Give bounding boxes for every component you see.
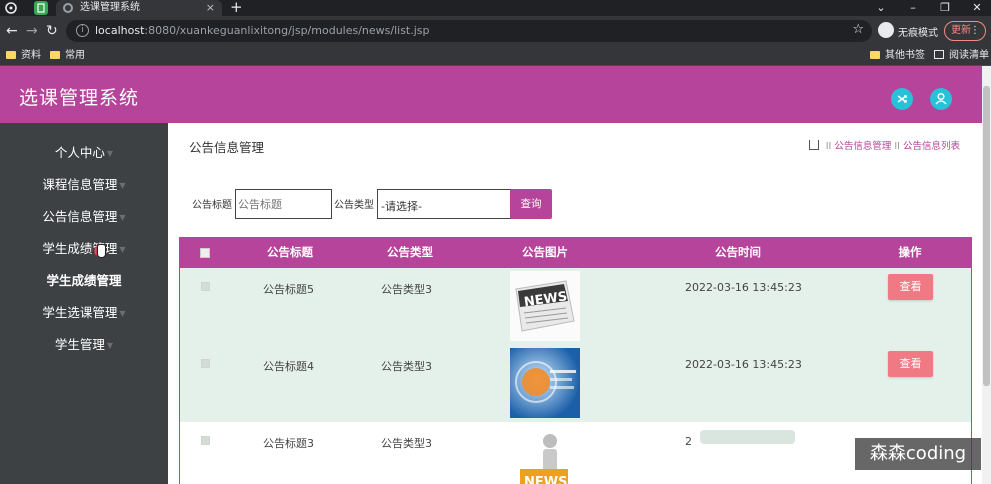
browser-toolbar: ← → ↻ i localhost:8080/xuankeguanlixiton…: [0, 16, 991, 46]
address-bar[interactable]: i localhost:8080/xuankeguanlixitong/jsp/…: [66, 20, 872, 42]
row-checkbox[interactable]: [201, 359, 210, 368]
incognito-label: 无痕模式: [898, 28, 938, 39]
notice-type: 公告类型3: [381, 283, 432, 296]
title-filter-label: 公告标题: [192, 200, 232, 211]
minimize-icon[interactable]: –: [900, 0, 926, 16]
table-header: 公告标题 公告类型 公告图片 公告时间 操作: [180, 237, 971, 268]
page-scrollbar[interactable]: [982, 66, 991, 484]
app-header: 选课管理系统: [0, 66, 982, 123]
notice-time: 2022-03-16 13:45:23: [685, 358, 802, 371]
sidebar-item-grade-management[interactable]: 学生成绩管理 ▼: [0, 237, 168, 261]
main-content: 公告信息管理 II公告信息管理II公告信息列表 公告标题 公告类型 -请选择-▼…: [168, 123, 982, 484]
column-header-title: 公告标题: [267, 245, 313, 259]
breadcrumb-item[interactable]: 公告信息管理: [834, 141, 891, 152]
view-button[interactable]: 查看: [888, 274, 933, 300]
table-row: 公告标题5 公告类型3 NEWS 2022-03-16 13:45:23 查看: [180, 268, 971, 345]
bookmark-folder-1[interactable]: 资料: [6, 49, 41, 63]
bookmarks-bar: 资料 常用 其他书签 阅读清单: [0, 46, 991, 66]
tab-close-icon[interactable]: ×: [206, 0, 215, 16]
user-icon[interactable]: [930, 88, 952, 110]
app-shortcut-icon[interactable]: [34, 1, 48, 15]
back-arrow-icon[interactable]: ←: [6, 22, 18, 40]
mouse-cursor-icon: [94, 243, 110, 263]
breadcrumb: II 公告信息管理 II 公告信息列表: [808, 138, 960, 152]
type-select[interactable]: -请选择-▼: [377, 189, 524, 219]
row-checkbox[interactable]: [201, 436, 210, 445]
news-figure-image: NEWS: [510, 425, 580, 484]
folder-icon: [50, 51, 60, 59]
update-button[interactable]: 更新 ⋮: [944, 21, 986, 41]
column-header-time: 公告时间: [715, 245, 761, 259]
chevron-down-icon: ▼: [119, 245, 126, 254]
column-header-image: 公告图片: [522, 245, 568, 259]
query-button[interactable]: 查询: [510, 189, 552, 219]
forward-arrow-icon[interactable]: →: [26, 22, 38, 40]
sidebar-item-course-info[interactable]: 课程信息管理 ▼: [0, 173, 168, 197]
sidebar-item-student-management[interactable]: 学生管理 ▼: [0, 333, 168, 357]
notice-time: 2: [685, 435, 692, 448]
notice-title: 公告标题5: [263, 283, 314, 296]
chevron-down-icon: ▼: [119, 213, 126, 222]
reading-list[interactable]: 阅读清单: [934, 49, 989, 63]
tab-favicon-icon: [63, 3, 73, 13]
browser-tab-strip: 选课管理系统 × + ⌄ – ❐ ✕: [0, 0, 991, 16]
restore-icon[interactable]: ❐: [932, 0, 958, 16]
other-bookmarks[interactable]: 其他书签: [870, 49, 925, 63]
column-header-actions: 操作: [898, 245, 922, 259]
table-row: 公告标题4 公告类型3 2022-03-16 13:45:23 查看: [180, 345, 971, 422]
sidebar: 个人中心 ▼ 课程信息管理 ▼ 公告信息管理 ▼ 学生成绩管理 ▼ 学生成绩管理 学生选…: [0, 123, 168, 484]
svg-text:NEWS: NEWS: [524, 475, 567, 484]
shuffle-icon[interactable]: [891, 88, 913, 110]
chevron-down-icon: ▼: [106, 149, 114, 158]
select-all-checkbox[interactable]: [200, 248, 210, 258]
sidebar-item-course-selection[interactable]: 学生选课管理 ▼: [0, 301, 168, 325]
tab-search-icon[interactable]: ⌄: [868, 0, 894, 16]
bookmark-star-icon[interactable]: ☆: [852, 22, 864, 37]
notice-type: 公告类型3: [381, 360, 432, 373]
folder-icon: [870, 51, 880, 59]
notice-table: 公告标题 公告类型 公告图片 公告时间 操作 公告标题5 公告类型3 NEWS: [179, 237, 972, 484]
breadcrumb-item[interactable]: 公告信息列表: [903, 141, 960, 152]
close-window-icon[interactable]: ✕: [964, 0, 990, 16]
notice-time: 2022-03-16 13:45:23: [685, 281, 802, 294]
blurred-overlay: [700, 430, 795, 444]
chevron-down-icon: ▼: [119, 309, 126, 318]
sidebar-item-notice-info[interactable]: 公告信息管理 ▼: [0, 205, 168, 229]
more-menu-icon[interactable]: ⋮: [970, 22, 980, 40]
home-icon[interactable]: [808, 140, 819, 150]
page-title: 公告信息管理: [189, 140, 265, 155]
reload-icon[interactable]: ↻: [46, 22, 58, 40]
tab-title: 选课管理系统: [80, 2, 140, 13]
notice-title: 公告标题4: [263, 360, 314, 373]
site-info-icon[interactable]: i: [76, 24, 89, 37]
notice-type: 公告类型3: [381, 437, 432, 450]
notice-title: 公告标题3: [263, 437, 314, 450]
chevron-down-icon: ▼: [119, 181, 126, 190]
title-search-input[interactable]: [235, 189, 332, 219]
sidebar-subitem-grade-management[interactable]: 学生成绩管理: [0, 269, 168, 293]
url-text: localhost:8080/xuankeguanlixitong/jsp/mo…: [95, 24, 430, 37]
app-title: 选课管理系统: [19, 87, 140, 109]
new-tab-button[interactable]: +: [230, 0, 243, 16]
view-button[interactable]: 查看: [888, 351, 933, 377]
folder-icon: [6, 51, 16, 59]
chevron-down-icon: ▼: [106, 341, 114, 350]
table-row: 公告标题3 公告类型3 NEWS 2: [180, 422, 971, 484]
browser-menu-icon[interactable]: [4, 1, 18, 15]
news-globe-image: [510, 348, 580, 418]
watermark: 森森coding: [855, 438, 981, 470]
sidebar-item-personal-center[interactable]: 个人中心 ▼: [0, 141, 168, 165]
browser-tab-active[interactable]: 选课管理系统 ×: [56, 0, 222, 16]
scrollbar-thumb[interactable]: [983, 86, 990, 386]
bookmark-folder-2[interactable]: 常用: [50, 49, 85, 63]
incognito-icon: [878, 22, 894, 38]
reading-list-icon: [934, 50, 944, 59]
column-header-type: 公告类型: [387, 245, 433, 259]
type-filter-label: 公告类型: [334, 200, 374, 211]
news-paper-image: NEWS: [510, 271, 580, 341]
row-checkbox[interactable]: [201, 282, 210, 291]
